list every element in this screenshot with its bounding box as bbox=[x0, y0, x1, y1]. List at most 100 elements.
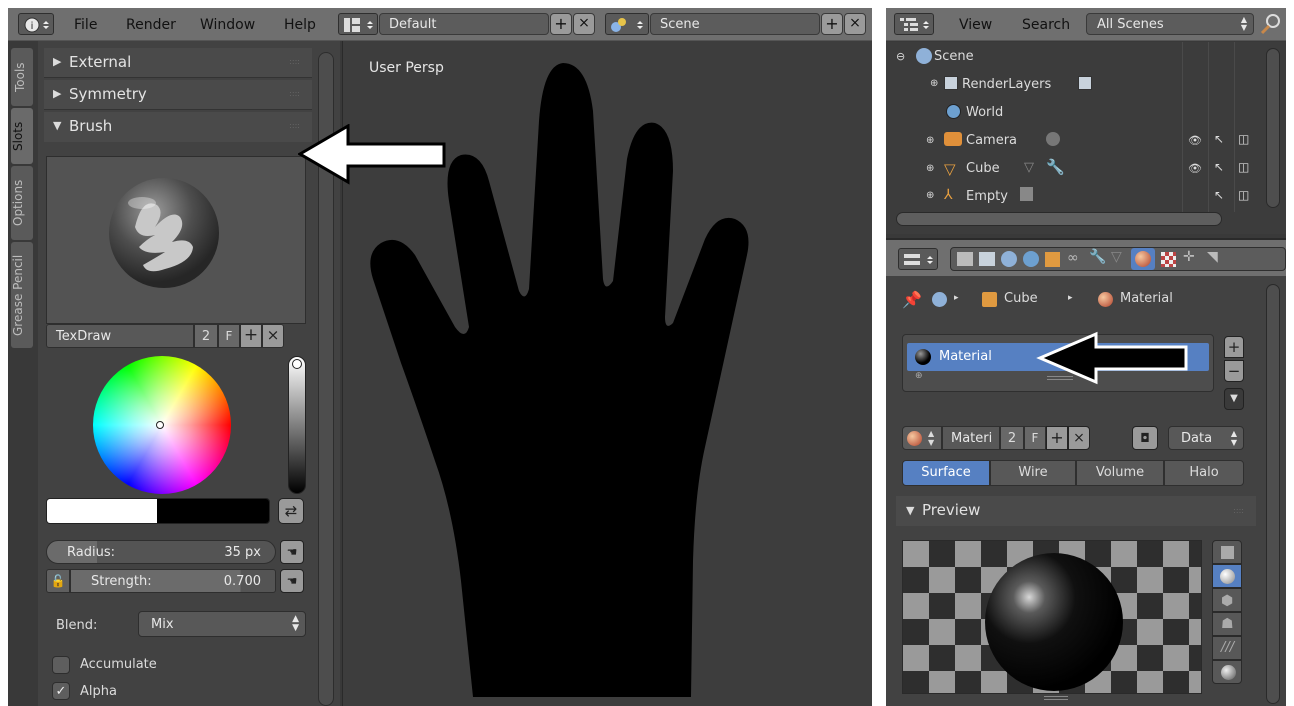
radius-slider[interactable]: Radius: 35 px bbox=[46, 540, 276, 564]
outliner-menu-search[interactable]: Search bbox=[1022, 17, 1070, 33]
list-filter-icon[interactable]: ⊕ bbox=[915, 371, 923, 381]
add-brush-button[interactable]: + bbox=[240, 324, 262, 348]
panel-grip-icon[interactable]: :::: bbox=[1233, 506, 1244, 515]
menu-file[interactable]: File bbox=[74, 17, 97, 33]
selectable-cursor-icon[interactable]: ↖ bbox=[1214, 160, 1224, 174]
breadcrumb-material[interactable]: Material bbox=[1120, 291, 1173, 306]
outliner-editor-icon[interactable] bbox=[894, 13, 934, 35]
brush-fake-user-button[interactable]: F bbox=[218, 324, 240, 348]
constraints-tab-icon[interactable]: ∞ bbox=[1067, 250, 1079, 266]
alpha-checkbox[interactable]: ✓ bbox=[52, 682, 70, 700]
brush-users-count[interactable]: 2 bbox=[194, 324, 218, 348]
expand-toggle-icon[interactable]: ⊕ bbox=[926, 163, 934, 174]
material-link-dropdown[interactable]: Data ▲ ▼ bbox=[1168, 426, 1244, 450]
outliner-camera[interactable]: Camera bbox=[966, 133, 1017, 148]
modifiers-tab-icon[interactable]: 🔧 bbox=[1089, 249, 1106, 265]
expand-toggle-icon[interactable]: ⊕ bbox=[926, 190, 934, 201]
properties-editor-icon[interactable] bbox=[898, 248, 938, 270]
pin-icon[interactable]: 📌 bbox=[902, 290, 922, 309]
properties-scrollbar[interactable] bbox=[1266, 284, 1280, 704]
layout-name-field[interactable]: Default bbox=[379, 13, 549, 35]
tab-wire[interactable]: Wire bbox=[990, 460, 1076, 486]
info-editor-icon[interactable]: i bbox=[18, 13, 54, 35]
blend-dropdown[interactable]: Mix ▲ ▼ bbox=[138, 611, 306, 637]
external-panel-header[interactable]: ▶ External :::: bbox=[44, 48, 312, 78]
visibility-eye-icon[interactable]: 👁 bbox=[1188, 162, 1202, 175]
menu-render[interactable]: Render bbox=[126, 17, 176, 33]
data-tab-icon[interactable]: ▽ bbox=[1111, 249, 1122, 265]
particles-tab-icon[interactable]: ✛ bbox=[1183, 249, 1195, 265]
outliner-world[interactable]: World bbox=[966, 105, 1003, 120]
renderable-camera-icon[interactable]: ◫ bbox=[1238, 132, 1249, 146]
tab-surface[interactable]: Surface bbox=[902, 460, 990, 486]
scene-icon[interactable] bbox=[605, 13, 649, 35]
preview-sky-button[interactable] bbox=[1212, 660, 1242, 684]
tab-slots[interactable]: Slots bbox=[11, 108, 33, 164]
renderable-camera-icon[interactable]: ◫ bbox=[1238, 188, 1249, 202]
search-icon[interactable] bbox=[1258, 11, 1284, 37]
preview-hair-button[interactable]: /// bbox=[1212, 636, 1242, 660]
visibility-eye-icon[interactable]: 👁 bbox=[1188, 134, 1202, 147]
tab-grease-pencil[interactable]: Grease Pencil bbox=[11, 242, 33, 348]
scene-tab-icon[interactable] bbox=[1001, 251, 1017, 267]
remove-scene-button[interactable]: ⨯ bbox=[844, 13, 866, 35]
outliner-empty[interactable]: Empty bbox=[966, 189, 1008, 204]
unlink-material-button[interactable]: ⨯ bbox=[1068, 426, 1090, 450]
preview-resize-grip[interactable] bbox=[1044, 696, 1068, 700]
screen-layout-icon[interactable] bbox=[338, 13, 378, 35]
tab-tools[interactable]: Tools bbox=[11, 48, 33, 106]
brush-preview[interactable] bbox=[46, 156, 306, 324]
scene-name-field[interactable]: Scene bbox=[650, 13, 820, 35]
material-specials-menu-icon[interactable]: ▼ bbox=[1224, 388, 1244, 410]
outliner-menu-view[interactable]: View bbox=[959, 17, 992, 33]
strength-slider[interactable]: Strength: 0.700 bbox=[70, 569, 276, 593]
material-users-count[interactable]: 2 bbox=[1000, 426, 1024, 450]
outliner-filter-dropdown[interactable]: All Scenes ▲ ▼ bbox=[1086, 13, 1254, 35]
lock-strength-icon[interactable]: 🔓 bbox=[46, 569, 70, 593]
render-tab-icon[interactable] bbox=[957, 252, 973, 266]
outliner-horizontal-scrollbar[interactable] bbox=[896, 212, 1222, 226]
add-scene-button[interactable]: + bbox=[821, 13, 843, 35]
color-wheel[interactable] bbox=[93, 356, 231, 494]
collapse-toggle-icon[interactable]: ⊖ bbox=[896, 50, 905, 63]
symmetry-panel-header[interactable]: ▶ Symmetry :::: bbox=[44, 80, 312, 110]
value-slider-handle[interactable] bbox=[292, 359, 302, 369]
color-picker-cursor[interactable] bbox=[156, 421, 164, 429]
material-fake-user-button[interactable]: F bbox=[1024, 426, 1046, 450]
panel-grip-icon[interactable]: :::: bbox=[289, 57, 300, 66]
menu-help[interactable]: Help bbox=[284, 17, 316, 33]
strength-pressure-icon[interactable]: ☚ bbox=[280, 569, 304, 593]
color-swatch[interactable] bbox=[46, 498, 270, 524]
panel-grip-icon[interactable]: :::: bbox=[289, 89, 300, 98]
breadcrumb-object[interactable]: Cube bbox=[1004, 291, 1038, 306]
expand-toggle-icon[interactable]: ⊕ bbox=[930, 78, 938, 89]
accumulate-checkbox[interactable] bbox=[52, 656, 70, 674]
swap-colors-button[interactable]: ⇄ bbox=[278, 498, 304, 524]
texture-tab-icon[interactable] bbox=[1161, 252, 1176, 267]
preview-panel-header[interactable]: ▼ Preview :::: bbox=[896, 496, 1256, 526]
preview-flat-button[interactable] bbox=[1212, 540, 1242, 564]
tab-halo[interactable]: Halo bbox=[1164, 460, 1244, 486]
tab-volume[interactable]: Volume bbox=[1076, 460, 1164, 486]
tab-options[interactable]: Options bbox=[11, 166, 33, 240]
outliner-scene[interactable]: Scene bbox=[934, 49, 974, 64]
new-material-button[interactable]: + bbox=[1046, 426, 1068, 450]
remove-brush-button[interactable]: ⨯ bbox=[262, 324, 284, 348]
renderlayers-tab-icon[interactable] bbox=[979, 252, 995, 266]
physics-tab-icon[interactable]: ◥ bbox=[1207, 249, 1218, 265]
outliner-renderlayers[interactable]: RenderLayers bbox=[962, 77, 1051, 92]
preview-cube-button[interactable]: ⬢ bbox=[1212, 588, 1242, 612]
material-browse-icon[interactable]: ▲ ▼ bbox=[902, 426, 942, 450]
add-layout-button[interactable]: + bbox=[550, 13, 572, 35]
add-material-slot-button[interactable]: + bbox=[1224, 336, 1244, 358]
radius-pressure-icon[interactable]: ☚ bbox=[280, 540, 304, 564]
renderable-camera-icon[interactable]: ◫ bbox=[1238, 160, 1249, 174]
menu-window[interactable]: Window bbox=[200, 17, 255, 33]
selectable-cursor-icon[interactable]: ↖ bbox=[1214, 132, 1224, 146]
remove-material-slot-button[interactable]: − bbox=[1224, 360, 1244, 382]
brush-panel-header[interactable]: ▼ Brush :::: bbox=[44, 112, 312, 142]
preview-monkey-button[interactable]: ☗ bbox=[1212, 612, 1242, 636]
node-material-icon[interactable]: ◘ bbox=[1132, 426, 1158, 450]
brush-name-field[interactable]: TexDraw bbox=[46, 324, 194, 348]
object-tab-icon[interactable] bbox=[1045, 252, 1060, 267]
